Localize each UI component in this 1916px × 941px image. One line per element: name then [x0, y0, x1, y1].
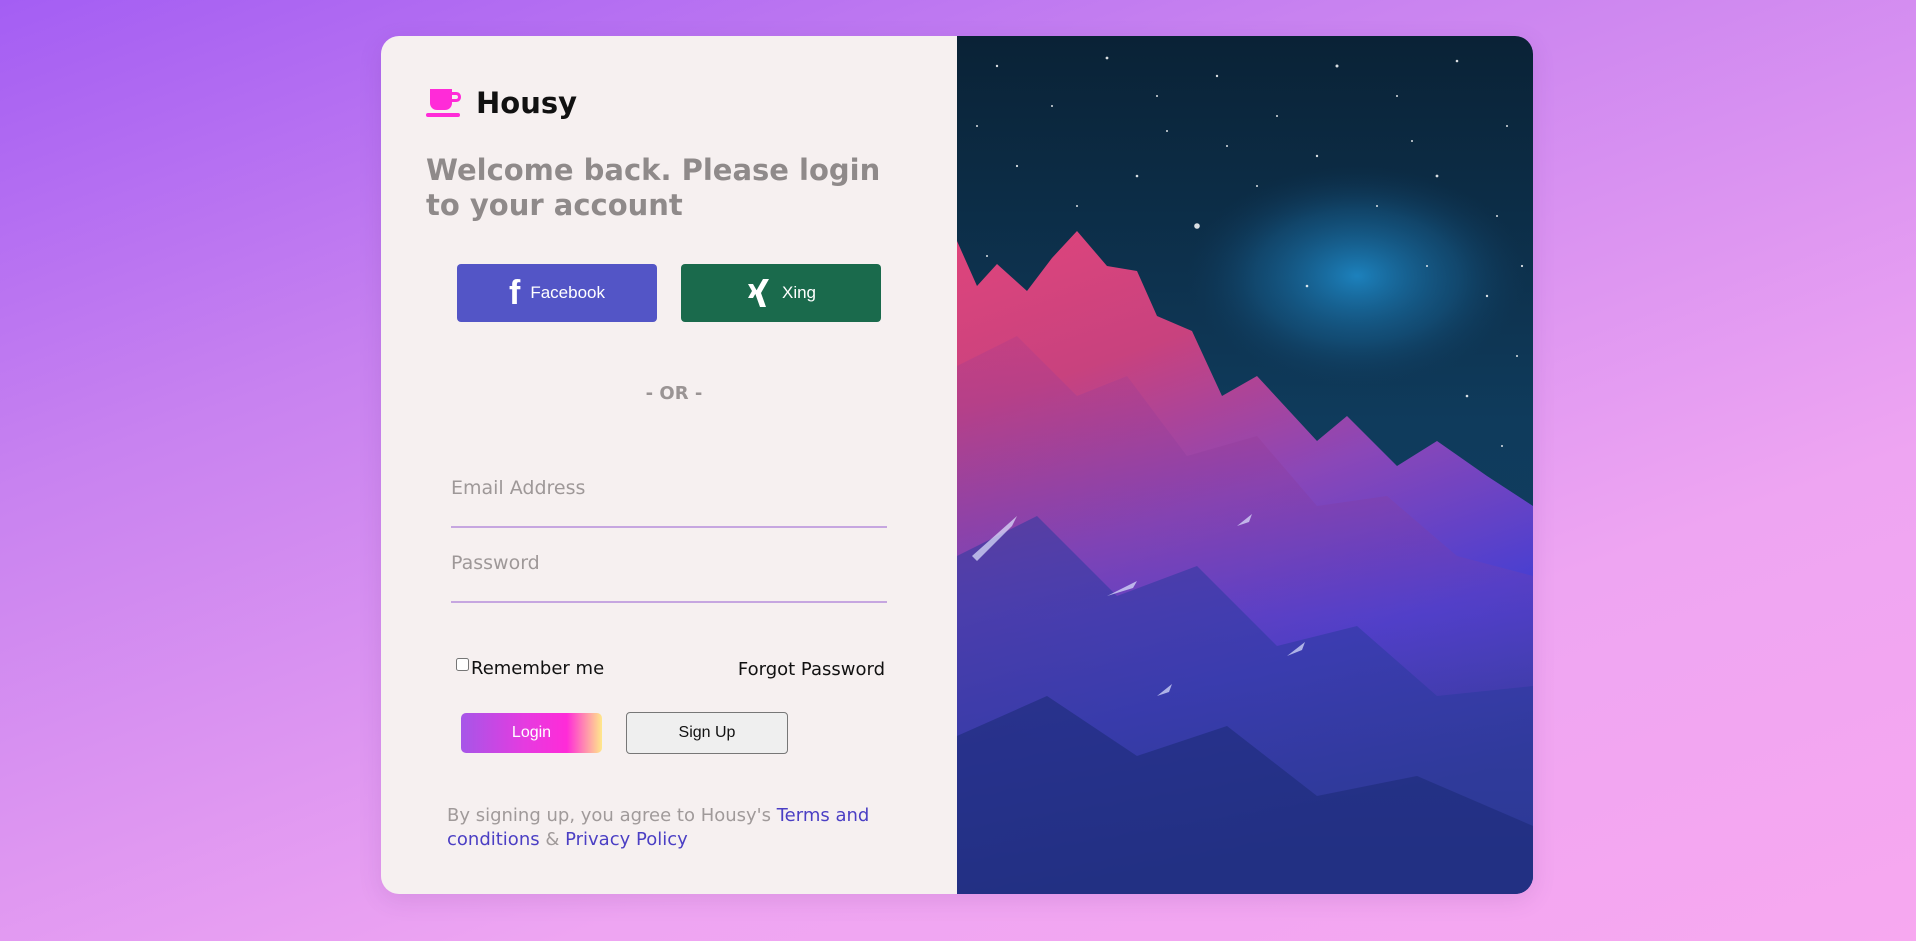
facebook-icon: f — [509, 274, 521, 312]
login-card: Housy Welcome back. Please login to your… — [381, 36, 1533, 894]
or-divider: - OR - — [645, 383, 703, 404]
email-field[interactable] — [451, 478, 887, 528]
signup-button[interactable]: Sign Up — [626, 712, 788, 754]
password-field[interactable] — [451, 553, 887, 603]
brand-name: Housy — [476, 86, 578, 120]
brand-logo: Housy — [426, 86, 577, 120]
facebook-label: Facebook — [530, 283, 605, 302]
remember-me[interactable]: Remember me — [456, 658, 604, 679]
forgot-password-link[interactable]: Forgot Password — [738, 659, 885, 680]
mountain-night-sky-image — [957, 36, 1533, 894]
remember-me-checkbox[interactable] — [456, 658, 469, 671]
xing-label: Xing — [781, 283, 817, 302]
facebook-login-button[interactable]: f Facebook — [457, 264, 657, 322]
welcome-heading: Welcome back. Please login to your accou… — [426, 153, 881, 222]
coffee-cup-icon — [426, 89, 461, 117]
xing-icon — [747, 279, 769, 307]
hero-image — [957, 36, 1533, 894]
xing-login-button[interactable]: Xing — [681, 264, 881, 322]
remember-me-label: Remember me — [471, 658, 605, 679]
login-button[interactable]: Login — [461, 713, 602, 753]
privacy-policy-link[interactable]: Privacy Policy — [565, 829, 688, 850]
terms-notice: By signing up, you agree to Housy's Term… — [447, 805, 870, 850]
login-panel: Housy Welcome back. Please login to your… — [381, 36, 957, 894]
